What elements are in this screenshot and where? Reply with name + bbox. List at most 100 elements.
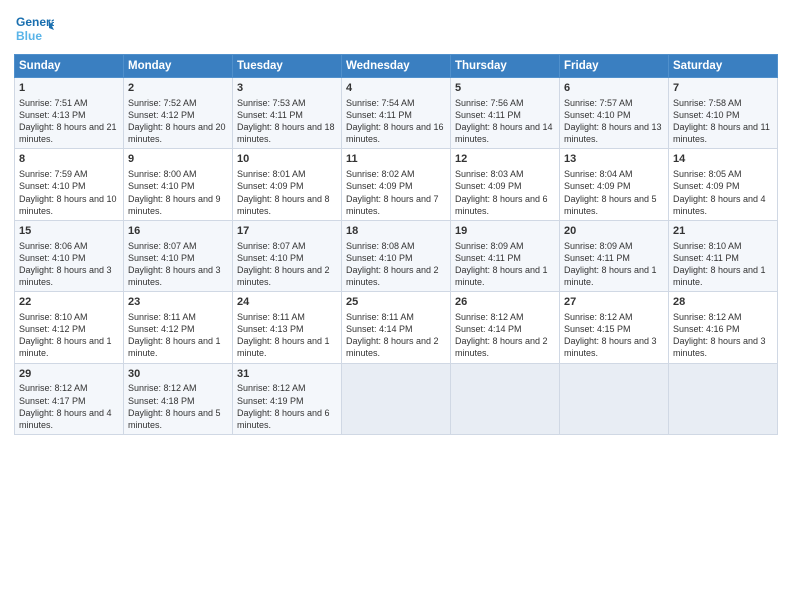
sunset-text: Sunset: 4:15 PM (564, 324, 631, 334)
day-number: 15 (19, 224, 119, 239)
sunset-text: Sunset: 4:10 PM (673, 110, 740, 120)
daylight-text: Daylight: 8 hours and 1 minute. (237, 336, 330, 358)
sunrise-text: Sunrise: 7:58 AM (673, 98, 742, 108)
sunrise-text: Sunrise: 7:51 AM (19, 98, 88, 108)
daylight-text: Daylight: 8 hours and 14 minutes. (455, 122, 553, 144)
sunrise-text: Sunrise: 8:09 AM (455, 241, 524, 251)
calendar-cell: 29Sunrise: 8:12 AMSunset: 4:17 PMDayligh… (15, 363, 124, 434)
sunset-text: Sunset: 4:14 PM (455, 324, 522, 334)
daylight-text: Daylight: 8 hours and 9 minutes. (128, 194, 221, 216)
calendar-week-row: 22Sunrise: 8:10 AMSunset: 4:12 PMDayligh… (15, 292, 778, 363)
daylight-text: Daylight: 8 hours and 3 minutes. (19, 265, 112, 287)
calendar-cell: 3Sunrise: 7:53 AMSunset: 4:11 PMDaylight… (233, 78, 342, 149)
sunrise-text: Sunrise: 8:12 AM (128, 383, 197, 393)
weekday-header: Monday (124, 55, 233, 78)
daylight-text: Daylight: 8 hours and 3 minutes. (564, 336, 657, 358)
sunrise-text: Sunrise: 7:54 AM (346, 98, 415, 108)
daylight-text: Daylight: 8 hours and 10 minutes. (19, 194, 117, 216)
calendar-cell: 31Sunrise: 8:12 AMSunset: 4:19 PMDayligh… (233, 363, 342, 434)
sunset-text: Sunset: 4:11 PM (346, 110, 412, 120)
sunrise-text: Sunrise: 8:12 AM (237, 383, 306, 393)
day-number: 20 (564, 224, 664, 239)
calendar-cell: 21Sunrise: 8:10 AMSunset: 4:11 PMDayligh… (669, 220, 778, 291)
sunset-text: Sunset: 4:10 PM (237, 253, 304, 263)
sunrise-text: Sunrise: 8:02 AM (346, 169, 415, 179)
calendar-cell: 23Sunrise: 8:11 AMSunset: 4:12 PMDayligh… (124, 292, 233, 363)
day-number: 5 (455, 81, 555, 96)
page-container: GeneralBlue SundayMondayTuesdayWednesday… (0, 0, 792, 443)
weekday-header: Saturday (669, 55, 778, 78)
calendar-week-row: 8Sunrise: 7:59 AMSunset: 4:10 PMDaylight… (15, 149, 778, 220)
calendar-cell: 30Sunrise: 8:12 AMSunset: 4:18 PMDayligh… (124, 363, 233, 434)
daylight-text: Daylight: 8 hours and 7 minutes. (346, 194, 439, 216)
calendar-week-row: 1 Sunrise: 7:51 AM Sunset: 4:13 PM Daylight… (15, 78, 778, 149)
daylight-text: Daylight: 8 hours and 16 minutes. (346, 122, 444, 144)
day-number: 7 (673, 81, 773, 96)
sunset-text: Sunset: 4:13 PM (19, 110, 86, 120)
day-number: 26 (455, 295, 555, 310)
day-number: 10 (237, 152, 337, 167)
calendar-cell: 12Sunrise: 8:03 AMSunset: 4:09 PMDayligh… (451, 149, 560, 220)
sunrise-text: Sunrise: 7:57 AM (564, 98, 633, 108)
daylight-text: Daylight: 8 hours and 6 minutes. (237, 408, 330, 430)
calendar-cell: 9Sunrise: 8:00 AMSunset: 4:10 PMDaylight… (124, 149, 233, 220)
weekday-header: Friday (560, 55, 669, 78)
sunrise-text: Sunrise: 7:59 AM (19, 169, 88, 179)
sunrise-text: Sunrise: 8:12 AM (564, 312, 633, 322)
day-number: 9 (128, 152, 228, 167)
day-number: 6 (564, 81, 664, 96)
daylight-text: Daylight: 8 hours and 5 minutes. (128, 408, 221, 430)
daylight-text: Daylight: 8 hours and 1 minute. (673, 265, 766, 287)
sunset-text: Sunset: 4:11 PM (455, 253, 521, 263)
daylight-text: Daylight: 8 hours and 20 minutes. (128, 122, 226, 144)
weekday-header: Tuesday (233, 55, 342, 78)
calendar-cell: 8Sunrise: 7:59 AMSunset: 4:10 PMDaylight… (15, 149, 124, 220)
calendar-cell (669, 363, 778, 434)
day-number: 27 (564, 295, 664, 310)
sunrise-text: Sunrise: 8:10 AM (673, 241, 742, 251)
daylight-text: Daylight: 8 hours and 1 minute. (19, 336, 112, 358)
logo-svg: GeneralBlue (14, 10, 54, 46)
sunrise-text: Sunrise: 8:09 AM (564, 241, 633, 251)
day-number: 28 (673, 295, 773, 310)
sunset-text: Sunset: 4:12 PM (128, 110, 195, 120)
sunset-text: Sunset: 4:11 PM (673, 253, 739, 263)
sunset-text: Sunset: 4:09 PM (346, 181, 413, 191)
day-number: 22 (19, 295, 119, 310)
day-number: 23 (128, 295, 228, 310)
calendar-cell (451, 363, 560, 434)
sunrise-text: Sunrise: 7:56 AM (455, 98, 524, 108)
day-number: 19 (455, 224, 555, 239)
sunset-text: Sunset: 4:11 PM (564, 253, 630, 263)
daylight-text: Daylight: 8 hours and 13 minutes. (564, 122, 662, 144)
sunrise-text: Sunrise: 8:07 AM (128, 241, 197, 251)
calendar-cell: 13Sunrise: 8:04 AMSunset: 4:09 PMDayligh… (560, 149, 669, 220)
sunrise-text: Sunrise: 8:12 AM (673, 312, 742, 322)
daylight-text: Daylight: 8 hours and 6 minutes. (455, 194, 548, 216)
sunrise-text: Sunrise: 8:10 AM (19, 312, 88, 322)
day-number: 18 (346, 224, 446, 239)
sunrise-text: Sunrise: 8:07 AM (237, 241, 306, 251)
sunset-text: Sunset: 4:17 PM (19, 396, 86, 406)
sunrise-text: Sunrise: 8:11 AM (346, 312, 414, 322)
sunset-text: Sunset: 4:10 PM (346, 253, 413, 263)
daylight-text: Daylight: 8 hours and 3 minutes. (128, 265, 221, 287)
sunrise-text: Sunrise: 8:00 AM (128, 169, 197, 179)
sunrise-text: Sunrise: 8:11 AM (237, 312, 305, 322)
day-number: 8 (19, 152, 119, 167)
sunset-text: Sunset: 4:14 PM (346, 324, 413, 334)
calendar-cell: 14Sunrise: 8:05 AMSunset: 4:09 PMDayligh… (669, 149, 778, 220)
day-number: 1 (19, 81, 119, 96)
calendar-cell: 6 Sunrise: 7:57 AM Sunset: 4:10 PM Daylight… (560, 78, 669, 149)
day-number: 31 (237, 367, 337, 382)
daylight-text: Daylight: 8 hours and 1 minute. (564, 265, 657, 287)
day-number: 2 (128, 81, 228, 96)
day-number: 30 (128, 367, 228, 382)
sunset-text: Sunset: 4:09 PM (455, 181, 522, 191)
calendar-week-row: 15Sunrise: 8:06 AMSunset: 4:10 PMDayligh… (15, 220, 778, 291)
sunset-text: Sunset: 4:10 PM (564, 110, 631, 120)
day-number: 29 (19, 367, 119, 382)
day-number: 24 (237, 295, 337, 310)
weekday-header: Sunday (15, 55, 124, 78)
sunrise-text: Sunrise: 7:52 AM (128, 98, 197, 108)
